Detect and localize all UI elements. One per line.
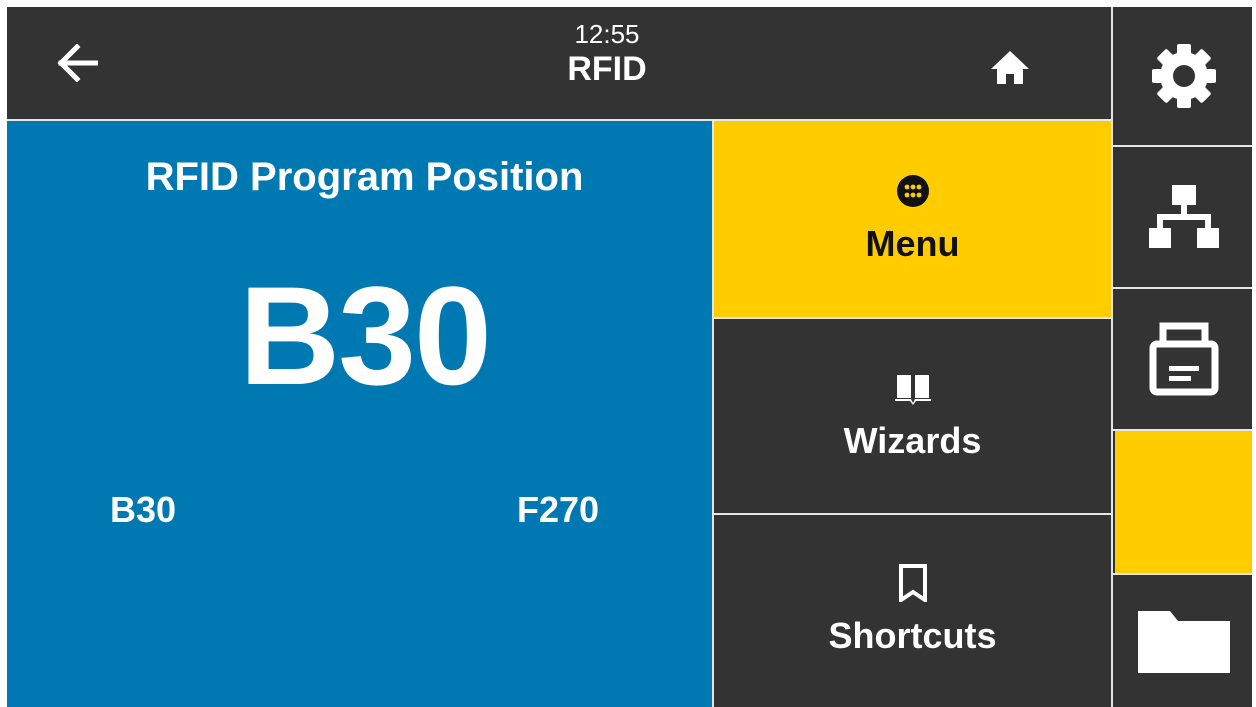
setting-name: RFID Program Position [145, 155, 584, 199]
divider [1113, 145, 1252, 147]
gear-icon [1151, 44, 1216, 108]
divider [1113, 287, 1252, 289]
menu-grid-icon [896, 175, 929, 207]
setting-current-value: B30 [239, 257, 492, 414]
rail-network-button[interactable] [1115, 147, 1252, 287]
rail-rfid-button[interactable] [1115, 431, 1252, 573]
top-bar: 12:55 RFID [7, 7, 1113, 119]
rail-print-button[interactable] [1115, 289, 1252, 429]
rail-settings-button[interactable] [1115, 7, 1252, 145]
setting-panel[interactable]: RFID Program Position B30 B30 F270 [7, 121, 712, 707]
divider [1111, 7, 1113, 707]
nav-wizards-button[interactable]: Wizards [714, 319, 1111, 513]
header-title-block: 12:55 RFID [407, 19, 807, 89]
bookmark-icon [898, 564, 927, 602]
nav-menu-label: Menu [865, 223, 960, 264]
back-button[interactable] [37, 33, 117, 93]
rail-files-button[interactable] [1115, 575, 1252, 707]
nav-shortcuts-label: Shortcuts [828, 615, 997, 656]
divider [7, 119, 1113, 121]
clock: 12:55 [574, 19, 640, 49]
nav-wizards-label: Wizards [843, 420, 982, 461]
home-button[interactable] [975, 37, 1045, 97]
divider [712, 119, 714, 707]
nav-menu-button[interactable]: Menu [714, 121, 1111, 317]
printer-icon [1149, 322, 1218, 396]
divider [1113, 573, 1252, 575]
printer-display: 12:55 RFID RFID Program Position B30 B30… [7, 7, 1252, 707]
range-min-label: B30 [110, 489, 177, 530]
divider [1113, 429, 1252, 431]
nav-shortcuts-button[interactable]: Shortcuts [714, 515, 1111, 707]
divider [714, 317, 1111, 319]
network-icon [1148, 185, 1219, 248]
range-max-label: F270 [517, 489, 600, 530]
book-icon [894, 375, 931, 405]
back-arrow-icon [57, 44, 98, 82]
divider [714, 513, 1111, 515]
folder-icon [1137, 611, 1230, 673]
page-title: RFID [567, 50, 647, 88]
home-icon [991, 51, 1029, 84]
